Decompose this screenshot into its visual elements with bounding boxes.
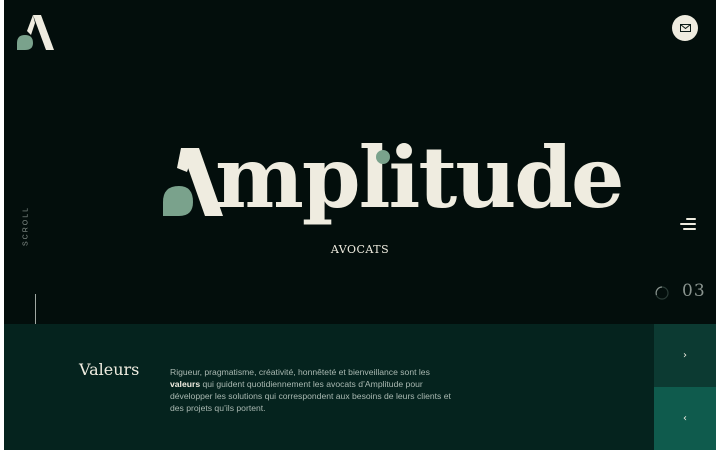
slide-counter: 03 — [682, 281, 706, 301]
scroll-label: SCROLL — [22, 205, 30, 247]
hero-i-dot — [376, 150, 390, 164]
panel-text-part: Rigueur, pragmatisme, créativité, honnêt… — [170, 367, 430, 377]
panel-text-bold: valeurs — [170, 379, 201, 389]
values-panel: Valeurs Rigueur, pragmatisme, créativité… — [4, 324, 654, 450]
prev-slide-button[interactable]: ‹ — [654, 387, 716, 450]
panel-text-part: qui guident quotidiennement les avocats … — [170, 379, 451, 413]
amplitude-logo-icon[interactable] — [15, 13, 55, 53]
hero-brand-name: mplitude — [215, 128, 624, 227]
hero-logo-mark-icon — [163, 148, 223, 216]
mail-icon — [679, 24, 691, 32]
contact-mail-button[interactable] — [672, 15, 698, 41]
page-frame: SCROLL mplitude AVOCATS 03 Valeurs Rigue… — [4, 0, 716, 450]
panel-title: Valeurs — [79, 360, 140, 379]
chevron-left-icon: ‹ — [683, 413, 687, 424]
menu-button[interactable] — [680, 218, 696, 232]
hero-subtitle: AVOCATS — [330, 243, 390, 256]
loading-ring-icon — [655, 286, 669, 300]
panel-description: Rigueur, pragmatisme, créativité, honnêt… — [170, 366, 460, 414]
hero-title: mplitude — [159, 128, 624, 228]
chevron-right-icon: › — [683, 350, 687, 361]
next-slide-button[interactable]: › — [654, 324, 716, 387]
